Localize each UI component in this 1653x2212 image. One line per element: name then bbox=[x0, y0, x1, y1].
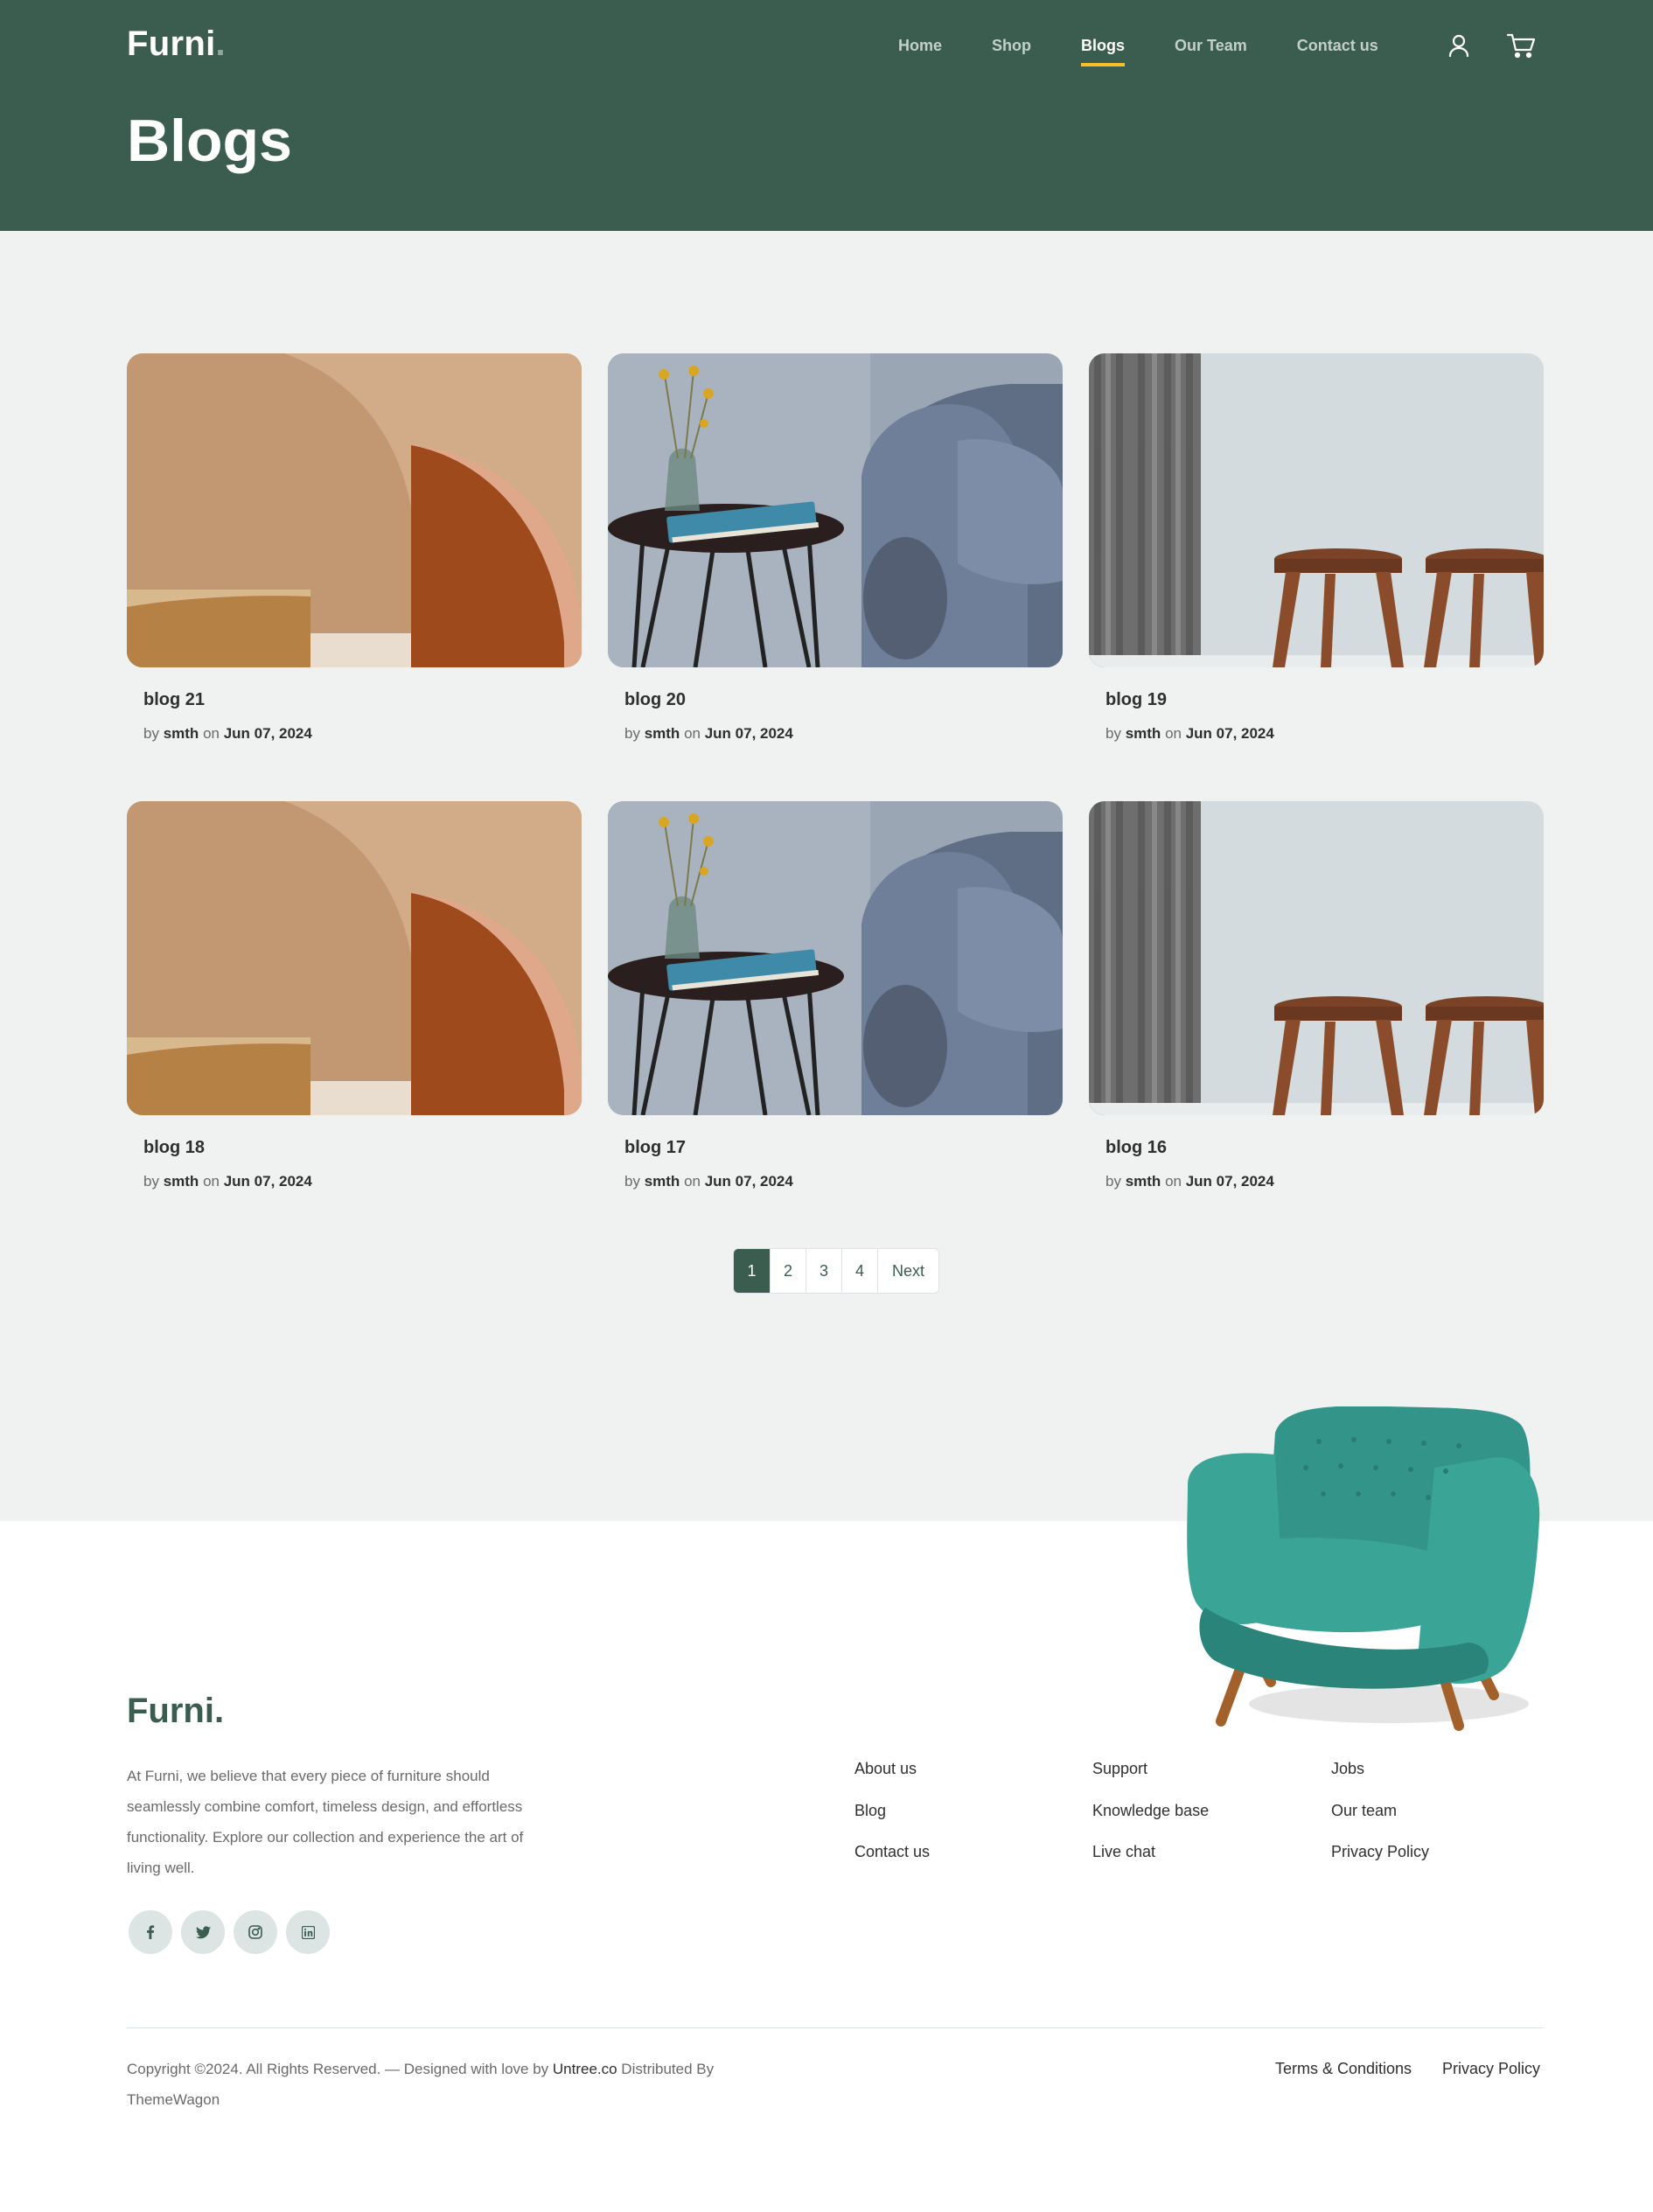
blog-card[interactable]: blog 19 by smth on Jun 07, 2024 bbox=[1089, 353, 1544, 742]
footer-link-support[interactable]: Support bbox=[1092, 1760, 1147, 1778]
linkedin-icon[interactable] bbox=[286, 1910, 330, 1954]
blog-thumbnail-wooden-stools[interactable] bbox=[1089, 353, 1544, 667]
footer-link-live-chat[interactable]: Live chat bbox=[1092, 1843, 1155, 1861]
page-title: Blogs bbox=[127, 108, 292, 174]
blog-card[interactable]: blog 21 by smth on Jun 07, 2024 bbox=[127, 353, 582, 742]
copyright-text: Copyright ©2024. All Rights Reserved. — … bbox=[127, 2061, 715, 2108]
blog-title[interactable]: blog 21 bbox=[143, 690, 205, 710]
footer-brand[interactable]: Furni. bbox=[127, 1692, 224, 1731]
twitter-icon[interactable] bbox=[181, 1910, 225, 1954]
blog-meta: by smth on Jun 07, 2024 bbox=[624, 1173, 793, 1190]
terms-link[interactable]: Terms & Conditions bbox=[1275, 2060, 1412, 2078]
blog-meta: by smth on Jun 07, 2024 bbox=[143, 1173, 312, 1190]
blog-card[interactable]: blog 17 by smth on Jun 07, 2024 bbox=[608, 801, 1063, 1190]
site-header: Furni. Home Shop Blogs Our Team Contact … bbox=[0, 0, 1653, 231]
blog-thumbnail-abstract-wood[interactable] bbox=[127, 353, 582, 667]
blog-title[interactable]: blog 18 bbox=[143, 1138, 205, 1158]
nav-shop[interactable]: Shop bbox=[992, 35, 1031, 70]
pagination: 1 2 3 4 Next bbox=[733, 1248, 939, 1294]
untree-link[interactable]: Untree.co bbox=[553, 2061, 617, 2077]
social-links bbox=[129, 1910, 330, 1954]
blog-card[interactable]: blog 18 by smth on Jun 07, 2024 bbox=[127, 801, 582, 1190]
instagram-icon[interactable] bbox=[234, 1910, 277, 1954]
footer-link-jobs[interactable]: Jobs bbox=[1331, 1760, 1364, 1778]
footer-description: At Furni, we believe that every piece of… bbox=[127, 1768, 524, 1876]
armchair-image bbox=[1187, 1406, 1540, 1731]
brand-logo[interactable]: Furni. bbox=[127, 24, 226, 64]
footer-link-blog[interactable]: Blog bbox=[854, 1802, 886, 1820]
header-actions bbox=[1445, 31, 1536, 59]
blog-title[interactable]: blog 17 bbox=[624, 1138, 686, 1158]
privacy-policy-link[interactable]: Privacy Policy bbox=[1442, 2060, 1540, 2078]
blog-thumbnail-side-table[interactable] bbox=[608, 353, 1063, 667]
blog-title[interactable]: blog 16 bbox=[1105, 1138, 1167, 1158]
blog-meta: by smth on Jun 07, 2024 bbox=[143, 725, 312, 742]
blog-card[interactable]: blog 20 by smth on Jun 07, 2024 bbox=[608, 353, 1063, 742]
blog-meta: by smth on Jun 07, 2024 bbox=[1105, 725, 1274, 742]
user-icon[interactable] bbox=[1445, 31, 1473, 59]
blog-thumbnail-wooden-stools[interactable] bbox=[1089, 801, 1544, 1115]
nav-blogs[interactable]: Blogs bbox=[1081, 35, 1126, 70]
nav-contact-us[interactable]: Contact us bbox=[1297, 35, 1378, 70]
footer-link-about-us[interactable]: About us bbox=[854, 1760, 917, 1778]
page-3-button[interactable]: 3 bbox=[806, 1249, 841, 1293]
blog-title[interactable]: blog 20 bbox=[624, 690, 686, 710]
main-nav: Home Shop Blogs Our Team Contact us bbox=[883, 35, 1378, 70]
blog-meta: by smth on Jun 07, 2024 bbox=[1105, 1173, 1274, 1190]
footer-link-our-team[interactable]: Our team bbox=[1331, 1802, 1397, 1820]
page-4-button[interactable]: 4 bbox=[841, 1249, 877, 1293]
facebook-icon[interactable] bbox=[129, 1910, 172, 1954]
nav-our-team[interactable]: Our Team bbox=[1175, 35, 1247, 70]
page-1-button[interactable]: 1 bbox=[734, 1249, 770, 1293]
footer-link-privacy-policy[interactable]: Privacy Policy bbox=[1331, 1843, 1429, 1861]
nav-home[interactable]: Home bbox=[898, 35, 942, 70]
footer-link-knowledge-base[interactable]: Knowledge base bbox=[1092, 1802, 1209, 1820]
blog-title[interactable]: blog 19 bbox=[1105, 690, 1167, 710]
blog-thumbnail-abstract-wood[interactable] bbox=[127, 801, 582, 1115]
blog-card[interactable]: blog 16 by smth on Jun 07, 2024 bbox=[1089, 801, 1544, 1190]
blog-meta: by smth on Jun 07, 2024 bbox=[624, 725, 793, 742]
footer-divider bbox=[127, 2027, 1544, 2028]
cart-icon[interactable] bbox=[1506, 31, 1536, 59]
blog-thumbnail-side-table[interactable] bbox=[608, 801, 1063, 1115]
footer-link-contact-us[interactable]: Contact us bbox=[854, 1843, 930, 1861]
page-2-button[interactable]: 2 bbox=[770, 1249, 806, 1293]
next-page-button[interactable]: Next bbox=[877, 1249, 938, 1293]
